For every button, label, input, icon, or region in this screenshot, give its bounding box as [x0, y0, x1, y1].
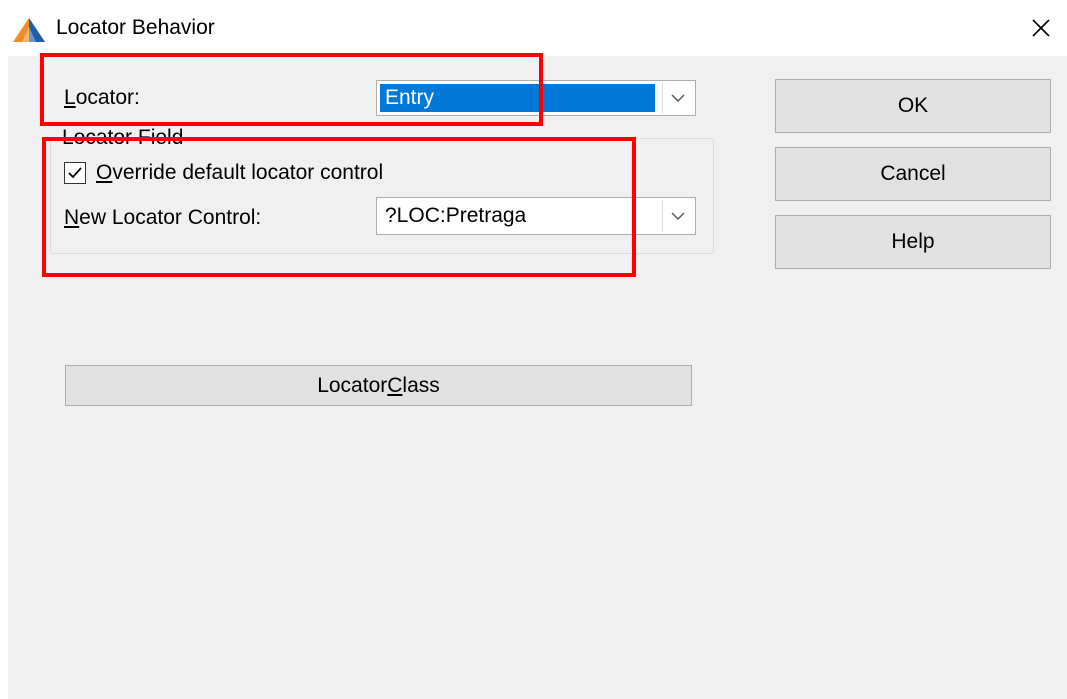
locator-class-button[interactable]: Locator Class — [65, 365, 692, 406]
new-locator-control-dropdown[interactable]: ?LOC:Pretraga — [376, 197, 696, 235]
chevron-down-icon — [671, 212, 685, 220]
window-title: Locator Behavior — [56, 16, 215, 39]
override-label[interactable]: Override default locator control — [96, 160, 383, 186]
new-locator-control-value: ?LOC:Pretraga — [385, 204, 527, 227]
close-button[interactable] — [1027, 14, 1055, 42]
locator-value: Entry — [380, 84, 655, 112]
checkmark-icon — [68, 167, 82, 179]
title-bar: Locator Behavior — [0, 0, 1067, 56]
locator-field-group-title: Locator Field — [62, 126, 186, 150]
locator-field-group — [50, 138, 714, 254]
locator-dropdown-arrow[interactable] — [662, 83, 693, 113]
chevron-down-icon — [671, 94, 685, 102]
override-checkbox[interactable] — [64, 162, 86, 184]
locator-dropdown[interactable]: Entry — [376, 80, 696, 116]
help-button[interactable]: Help — [775, 215, 1051, 269]
new-locator-control-label: New Locator Control: — [64, 206, 262, 229]
locator-label: Locator: — [64, 86, 140, 109]
cancel-button[interactable]: Cancel — [775, 147, 1051, 201]
close-icon — [1032, 19, 1050, 37]
app-triangle-icon — [13, 18, 45, 42]
new-locator-control-dropdown-arrow[interactable] — [662, 200, 693, 232]
ok-button[interactable]: OK — [775, 79, 1051, 133]
